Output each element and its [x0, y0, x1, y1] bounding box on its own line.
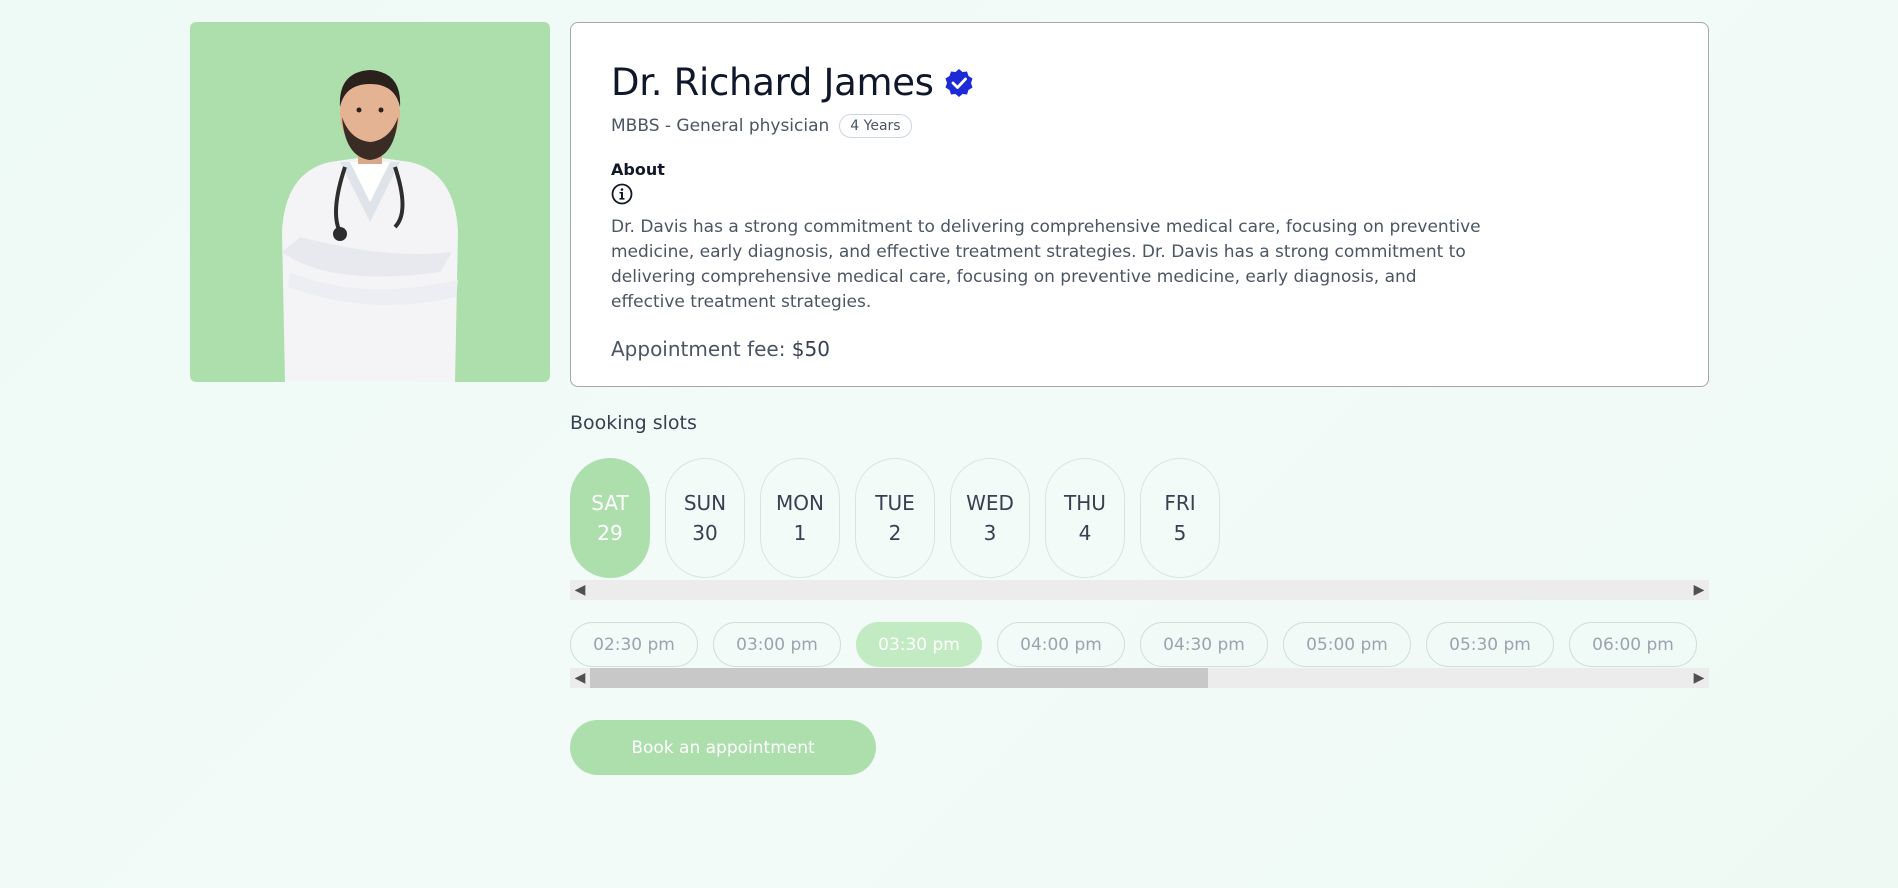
day-slot[interactable]: SUN 30 [665, 458, 745, 578]
doctor-info-card: Dr. Richard James MBBS - General physici… [570, 22, 1709, 387]
doctor-illustration [282, 70, 458, 382]
day-slot[interactable]: THU 4 [1045, 458, 1125, 578]
day-date: 3 [983, 521, 997, 545]
day-name: TUE [875, 491, 915, 515]
chevron-left-icon[interactable]: ◀ [570, 668, 590, 688]
doctor-degree: MBBS - General physician [611, 116, 830, 136]
chevron-right-icon[interactable]: ▶ [1689, 580, 1709, 600]
day-date: 1 [793, 521, 807, 545]
day-date: 5 [1173, 521, 1187, 545]
chevron-right-icon[interactable]: ▶ [1689, 668, 1709, 688]
day-date: 30 [692, 521, 718, 545]
chevron-left-icon[interactable]: ◀ [570, 580, 590, 600]
day-name: THU [1064, 491, 1106, 515]
day-date: 4 [1078, 521, 1092, 545]
appointment-fee: Appointment fee: $50 [611, 337, 1668, 361]
time-slot[interactable]: 03:00 pm [713, 622, 841, 667]
credentials-row: MBBS - General physician 4 Years [611, 114, 1668, 138]
booking-slots-title: Booking slots [570, 412, 697, 434]
day-name: WED [966, 491, 1014, 515]
doctor-photo [190, 22, 550, 382]
about-label: About [611, 160, 665, 179]
fee-value: $50 [791, 337, 830, 361]
book-appointment-button[interactable]: Book an appointment [570, 720, 876, 775]
day-date: 29 [597, 521, 623, 545]
time-slot[interactable]: 05:30 pm [1426, 622, 1554, 667]
time-slot[interactable]: 04:30 pm [1140, 622, 1268, 667]
time-slot-selected[interactable]: 03:30 pm [856, 622, 982, 667]
day-slot[interactable]: TUE 2 [855, 458, 935, 578]
days-scrollbar[interactable]: ◀ ▶ [570, 580, 1709, 600]
day-slot[interactable]: WED 3 [950, 458, 1030, 578]
time-slot[interactable]: 04:00 pm [997, 622, 1125, 667]
time-slot[interactable]: 05:00 pm [1283, 622, 1411, 667]
day-slot[interactable]: SAT 29 [570, 458, 650, 578]
day-slot[interactable]: FRI 5 [1140, 458, 1220, 578]
scrollbar-thumb[interactable] [590, 668, 1208, 688]
info-icon [611, 183, 633, 205]
day-name: SUN [683, 491, 727, 515]
day-name: FRI [1164, 491, 1196, 515]
time-slot[interactable]: 06:00 pm [1569, 622, 1697, 667]
day-date: 2 [888, 521, 902, 545]
time-slot[interactable]: 02:30 pm [570, 622, 698, 667]
verified-badge-icon [945, 68, 973, 97]
experience-badge: 4 Years [839, 114, 912, 138]
about-text: Dr. Davis has a strong commitment to del… [611, 217, 1481, 312]
doctor-name: Dr. Richard James [611, 61, 934, 104]
fee-label: Appointment fee: [611, 337, 786, 361]
name-row: Dr. Richard James [611, 61, 1668, 104]
day-slot[interactable]: MON 1 [760, 458, 840, 578]
time-selector: 02:30 pm 03:00 pm 03:30 pm 04:00 pm 04:3… [570, 622, 1697, 667]
times-scrollbar[interactable]: ◀ ▶ [570, 668, 1709, 688]
day-name: MON [776, 491, 824, 515]
day-selector: SAT 29 SUN 30 MON 1 TUE 2 WED 3 THU 4 FR… [570, 458, 1220, 578]
day-name: SAT [591, 491, 629, 515]
